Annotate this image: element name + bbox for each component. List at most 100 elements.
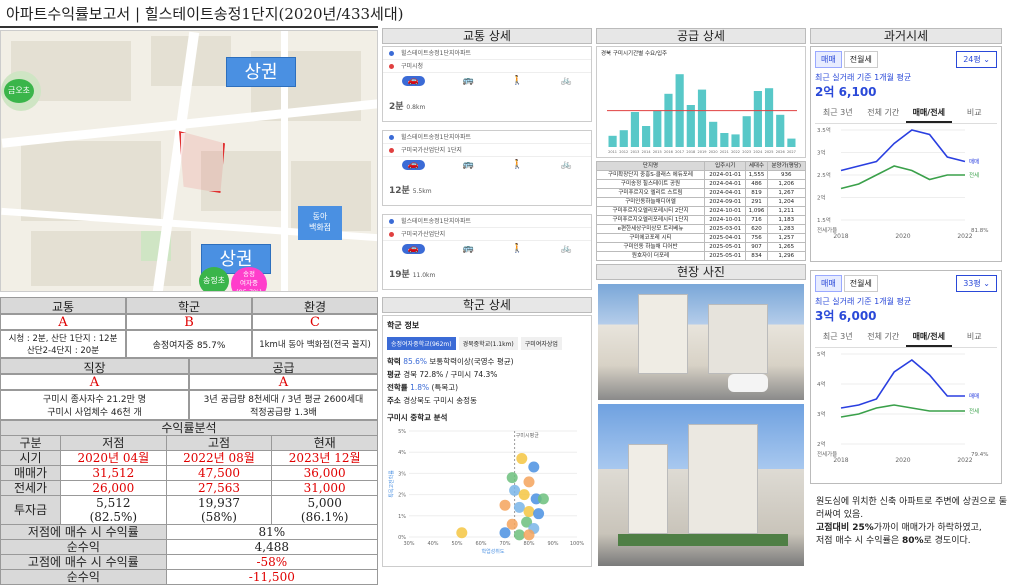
- supply-bar: [742, 116, 751, 147]
- jeonse-low: 26,000: [60, 480, 167, 496]
- summary-value: -11,500: [165, 569, 379, 585]
- tab-sale[interactable]: 매매: [815, 51, 842, 68]
- route-origin: 힐스테이트송정1단지아파트: [383, 215, 591, 228]
- period-tab[interactable]: 비교: [952, 104, 998, 123]
- school-tab-active[interactable]: 송정여자중학교(962m): [387, 337, 456, 350]
- recent-desc: 최근 실거래 기준 1개월 평균: [815, 73, 912, 82]
- col-header: 현재: [271, 435, 378, 451]
- car-icon[interactable]: 🚗: [401, 244, 426, 254]
- period-tab[interactable]: 최근 3년: [815, 104, 861, 123]
- tab-rent[interactable]: 전월세: [843, 51, 878, 68]
- supply-bar: [642, 126, 651, 147]
- x-tick-label: 60%: [475, 541, 486, 547]
- detail-job: 구미시 종사자수 21.2만 명 구미시 사업체수 46천 개: [0, 390, 189, 420]
- traffic-section-title: 교통 상세: [382, 28, 592, 44]
- price-panel-24: 매매 전월세 24평 ⌄ 최근 실거래 기준 1개월 평균 2억 6,100 최근…: [810, 46, 1002, 262]
- scatter-point: [523, 506, 535, 518]
- supply-col-header: 단지명: [596, 161, 705, 171]
- route-time: 19분: [389, 270, 410, 280]
- summary-value: 4,488: [165, 539, 379, 555]
- scatter-point: [506, 472, 518, 484]
- period-tab[interactable]: 전체 기간: [861, 328, 907, 347]
- site-photo-2: [598, 404, 804, 566]
- supply-section-title: 공급 상세: [596, 28, 806, 44]
- bike-icon[interactable]: 🚲: [561, 244, 572, 254]
- invest-now-pct: (86.1%): [300, 510, 349, 524]
- x-tick-label: 70%: [499, 541, 510, 547]
- school-marker-songjeong-elem: 송정초: [199, 267, 229, 291]
- y-tick-label: 4%: [398, 450, 406, 456]
- detail-environment: 1km내 동아 백화점(전국 꼴지): [252, 330, 378, 358]
- table-cell: 1,257: [766, 233, 806, 243]
- y-tick-label: 5억: [817, 350, 826, 358]
- supply-bar: [697, 89, 707, 147]
- grade-supply: A: [189, 374, 378, 390]
- period-tab[interactable]: 비교: [952, 328, 998, 347]
- supply-chart-title: 경북 구미시기간별 수요/입주: [601, 51, 668, 57]
- invest-now: 5,000 (86.1%): [271, 495, 378, 525]
- size-select[interactable]: 24평 ⌄: [956, 51, 997, 68]
- tab-sale[interactable]: 매매: [815, 275, 842, 292]
- route-dest: 구미국가산업단지: [383, 228, 591, 241]
- period-tab[interactable]: 최근 3년: [815, 328, 861, 347]
- school-scatter-chart: 0%1%2%3%4%5%30% 40% 50% 60% 70% 80% 90% 100%구미시…: [388, 429, 584, 555]
- bike-icon[interactable]: 🚲: [561, 76, 572, 86]
- route-time: 2분: [389, 102, 404, 112]
- rate-text: 보통학력이상(국영수 평균): [429, 357, 514, 366]
- size-select[interactable]: 33평 ⌄: [956, 275, 997, 292]
- period-tab[interactable]: 전체 기간: [861, 104, 907, 123]
- transport-mode-tabs[interactable]: 🚗 🚌 🚶 🚲: [383, 157, 591, 173]
- school-tab[interactable]: 구미여자상업: [520, 337, 562, 350]
- series-label: 매매: [969, 158, 979, 166]
- table-cell: 구미에코포레 시티: [596, 233, 705, 243]
- school-tab[interactable]: 경북중학교(1.1km): [458, 337, 518, 350]
- y-tick-label: 1%: [398, 514, 406, 520]
- period-tab-active[interactable]: 매매/전세: [906, 328, 952, 347]
- series-line: [840, 165, 965, 190]
- price-line-chart-33: 5억 4억 3억 2억 2018 2020 2022 매매전세전세가율 79.4%: [817, 350, 988, 464]
- table-row: 구미에코포레 시티 2025-04-01 756 1,257: [596, 233, 806, 243]
- walk-icon[interactable]: 🚶: [512, 244, 523, 254]
- period-high: 2022년 08월: [165, 450, 273, 466]
- bus-icon[interactable]: 🚌: [463, 160, 474, 170]
- table-row: 구미인동 하늘채 디어반 2025-05-01 907 1,265: [596, 242, 806, 252]
- route-dest-text: 구미시청: [401, 63, 424, 70]
- bus-icon[interactable]: 🚌: [463, 244, 474, 254]
- bike-icon[interactable]: 🚲: [561, 160, 572, 170]
- bus-icon[interactable]: 🚌: [463, 76, 474, 86]
- table-cell: 1,283: [766, 224, 806, 234]
- bar-category-label: 2018: [686, 150, 695, 154]
- x-tick-label: 2018: [833, 233, 848, 240]
- route-distance: 5.5km: [412, 188, 432, 195]
- period-tab-active[interactable]: 매매/전세: [906, 104, 952, 123]
- car-icon[interactable]: 🚗: [401, 160, 426, 170]
- table-cell: 2024-04-01: [703, 179, 747, 189]
- table-row: e편한세상구미상모 트리베뉴 2025-03-01 620 1,283: [596, 224, 806, 234]
- invest-low-value: 5,512: [96, 496, 131, 510]
- summary-label: 저점에 매수 시 수익률: [0, 524, 167, 540]
- transport-mode-tabs[interactable]: 🚗 🚌 🚶 🚲: [383, 73, 591, 89]
- bar-category-label: 2023: [742, 150, 751, 154]
- grade-job: A: [0, 374, 189, 390]
- bar-category-label: 2012: [619, 150, 628, 154]
- walk-icon[interactable]: 🚶: [512, 76, 523, 86]
- school-rate: 85.6%: [403, 357, 428, 366]
- y-tick-label: 1.5억: [817, 216, 831, 224]
- col-header: 저점: [60, 435, 167, 451]
- comment-bold: 고점대비 25%: [816, 523, 874, 533]
- route-dest: 구미국가산업단지 1단지: [383, 144, 591, 157]
- scatter-point: [513, 529, 525, 541]
- car-icon[interactable]: 🚗: [401, 76, 426, 86]
- bar-category-label: 2021: [720, 150, 729, 154]
- walk-icon[interactable]: 🚶: [512, 160, 523, 170]
- sale-low: 31,512: [60, 465, 167, 481]
- scatter-point: [516, 453, 528, 465]
- tab-rent[interactable]: 전월세: [843, 275, 878, 292]
- grade-header-environment: 환경: [252, 297, 378, 314]
- supply-bar: [731, 134, 740, 147]
- table-cell: 2024-10-01: [703, 206, 747, 216]
- table-row: 구미푸르지오엘리포레시티 2단지 2024-10-01 1,096 1,211: [596, 206, 806, 216]
- table-cell: 1,555: [745, 170, 768, 180]
- transport-mode-tabs[interactable]: 🚗 🚌 🚶 🚲: [383, 241, 591, 257]
- avg-text: 경북 72.8% / 구미시 74.3%: [403, 370, 498, 379]
